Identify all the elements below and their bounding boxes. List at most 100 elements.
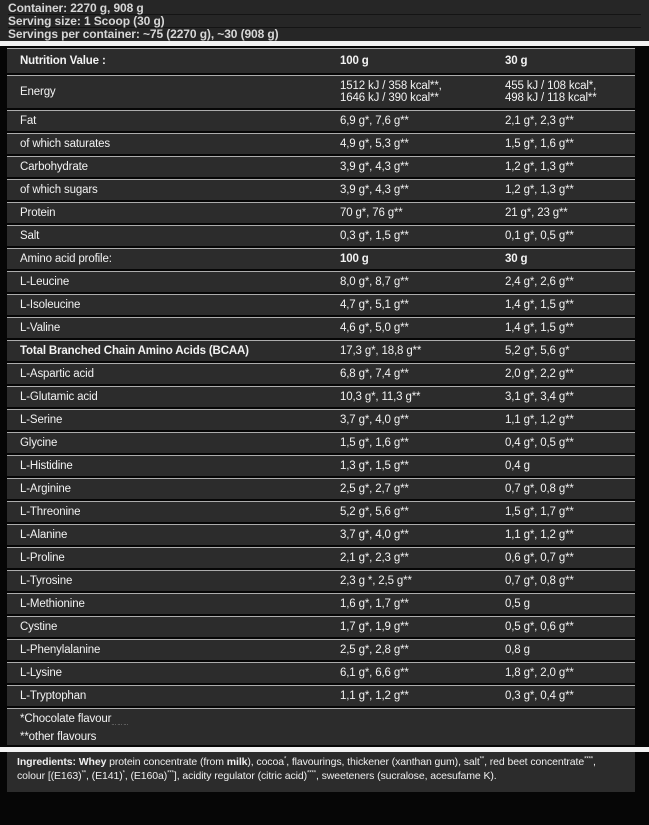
row-label: L-Alanine <box>7 529 340 541</box>
value-30g: 30 g <box>505 253 635 265</box>
value-100g: 2,5 g*, 2,8 g** <box>340 644 505 656</box>
table-row: L-Histidine1,3 g*, 1,5 g**0,4 g <box>7 455 635 476</box>
table-row: L-Valine4,6 g*, 5,0 g**1,4 g*, 1,5 g** <box>7 317 635 338</box>
ingredient-segment: , (E160a) <box>125 770 167 782</box>
value-100g: 1,7 g*, 1,9 g** <box>340 621 505 633</box>
nutrition-table: Nutrition Value : 100 g 30 g Energy1512 … <box>7 48 635 706</box>
table-row: Carbohydrate3,9 g*, 4,3 g**1,2 g*, 1,3 g… <box>7 156 635 177</box>
value-100g: 3,7 g*, 4,0 g** <box>340 529 505 541</box>
table-row: Amino acid profile:100 g30 g <box>7 248 635 269</box>
table-row: L-Lysine6,1 g*, 6,6 g**1,8 g*, 2,0 g** <box>7 662 635 683</box>
value-30g: 1,5 g*, 1,6 g** <box>505 138 635 150</box>
table-row: Glycine1,5 g*, 1,6 g**0,4 g*, 0,5 g** <box>7 432 635 453</box>
table-row: Total Branched Chain Amino Acids (BCAA)1… <box>7 340 635 361</box>
servings-per-container-line: Servings per container: ~75 (2270 g), ~3… <box>8 28 641 40</box>
table-row: L-Serine3,7 g*, 4,0 g**1,1 g*, 1,2 g** <box>7 409 635 430</box>
value-30g: 0,4 g*, 0,5 g** <box>505 437 635 449</box>
value-100g: 1,6 g*, 1,7 g** <box>340 598 505 610</box>
row-label: L-Lysine <box>7 667 340 679</box>
row-label: L-Arginine <box>7 483 340 495</box>
value-30g: 1,1 g*, 1,2 g** <box>505 529 635 541</box>
table-row: L-Tyrosine2,3 g *, 2,5 g**0,7 g*, 0,8 g*… <box>7 570 635 591</box>
column-header-100g: 100 g <box>340 55 505 67</box>
ingredient-segment: , red beet concentrate <box>484 756 584 768</box>
row-label: L-Proline <box>7 552 340 564</box>
table-row: Energy1512 kJ / 358 kcal**, 1646 kJ / 39… <box>7 75 635 108</box>
value-30g: 1,5 g*, 1,7 g** <box>505 506 635 518</box>
table-header-row: Nutrition Value : 100 g 30 g <box>7 48 635 73</box>
row-label: L-Isoleucine <box>7 299 340 311</box>
table-row: Protein70 g*, 76 g**21 g*, 23 g** <box>7 202 635 223</box>
row-label: L-Glutamic acid <box>7 391 340 403</box>
ingredient-segment: ], acidity regulator (citric acid) <box>174 770 307 782</box>
value-30g: 455 kJ / 108 kcal*, 498 kJ / 118 kcal** <box>505 80 635 105</box>
value-30g: 1,2 g*, 1,3 g** <box>505 161 635 173</box>
row-label: L-Tyrosine <box>7 575 340 587</box>
row-label: L-Aspartic acid <box>7 368 340 380</box>
row-label: L-Methionine <box>7 598 340 610</box>
ingredient-segment: milk <box>227 756 248 768</box>
value-100g: 1,3 g*, 1,5 g** <box>340 460 505 472</box>
table-row: L-Proline2,1 g*, 2,3 g**0,6 g*, 0,7 g** <box>7 547 635 568</box>
footnote-block: *Chocolate flavour……… **other flavours <box>7 708 635 745</box>
table-row: L-Threonine5,2 g*, 5,6 g**1,5 g*, 1,7 g*… <box>7 501 635 522</box>
row-label: Cystine <box>7 621 340 633</box>
table-row: L-Tryptophan1,1 g*, 1,2 g**0,3 g*, 0,4 g… <box>7 685 635 706</box>
value-30g: 2,0 g*, 2,2 g** <box>505 368 635 380</box>
value-30g: 1,4 g*, 1,5 g** <box>505 299 635 311</box>
row-label: Glycine <box>7 437 340 449</box>
value-30g: 3,1 g*, 3,4 g** <box>505 391 635 403</box>
table-row: of which sugars3,9 g*, 4,3 g**1,2 g*, 1,… <box>7 179 635 200</box>
table-row: L-Arginine2,5 g*, 2,7 g**0,7 g*, 0,8 g** <box>7 478 635 499</box>
row-label: Fat <box>7 115 340 127</box>
ingredient-footnote-mark: *** <box>167 770 174 776</box>
ingredients-text: Ingredients: Whey protein concentrate (f… <box>17 756 623 783</box>
ingredient-segment: , flavourings, thickener (xanthan gum), … <box>286 756 479 768</box>
value-30g: 1,2 g*, 1,3 g** <box>505 184 635 196</box>
row-label: L-Leucine <box>7 276 340 288</box>
table-row: L-Phenylalanine2,5 g*, 2,8 g**0,8 g <box>7 639 635 660</box>
table-row: L-Glutamic acid10,3 g*, 11,3 g**3,1 g*, … <box>7 386 635 407</box>
row-label: Carbohydrate <box>7 161 340 173</box>
value-30g: 0,8 g <box>505 644 635 656</box>
table-row: Fat6,9 g*, 7,6 g**2,1 g*, 2,3 g** <box>7 110 635 131</box>
table-row: L-Methionine1,6 g*, 1,7 g**0,5 g <box>7 593 635 614</box>
value-30g: 0,6 g*, 0,7 g** <box>505 552 635 564</box>
row-label: Protein <box>7 207 340 219</box>
nutrition-rows: Energy1512 kJ / 358 kcal**, 1646 kJ / 39… <box>7 75 635 706</box>
row-label: Energy <box>7 86 340 98</box>
value-100g: 1512 kJ / 358 kcal**, 1646 kJ / 390 kcal… <box>340 80 505 105</box>
row-label: L-Threonine <box>7 506 340 518</box>
ingredient-segment: ), cocoa <box>247 756 284 768</box>
footnote-tiny-marks: ……… <box>111 721 129 727</box>
value-100g: 10,3 g*, 11,3 g** <box>340 391 505 403</box>
value-30g: 2,1 g*, 2,3 g** <box>505 115 635 127</box>
value-30g: 0,3 g*, 0,4 g** <box>505 690 635 702</box>
value-100g: 4,7 g*, 5,1 g** <box>340 299 505 311</box>
ingredient-segment: Ingredients: Whey <box>17 756 106 768</box>
row-label: Total Branched Chain Amino Acids (BCAA) <box>7 345 340 357</box>
value-100g: 6,9 g*, 7,6 g** <box>340 115 505 127</box>
row-label: Salt <box>7 230 340 242</box>
value-30g: 21 g*, 23 g** <box>505 207 635 219</box>
value-100g: 1,1 g*, 1,2 g** <box>340 690 505 702</box>
value-100g: 17,3 g*, 18,8 g** <box>340 345 505 357</box>
value-100g: 2,5 g*, 2,7 g** <box>340 483 505 495</box>
footnote-other-flavours: **other flavours <box>20 731 635 744</box>
ingredient-segment: , sweeteners (sucralose, acesufame K). <box>316 770 497 782</box>
footnote-chocolate: *Chocolate flavour……… <box>20 713 635 731</box>
ingredient-segment: , (E141) <box>86 770 123 782</box>
value-30g: 2,4 g*, 2,6 g** <box>505 276 635 288</box>
value-100g: 100 g <box>340 253 505 265</box>
value-30g: 0,7 g*, 0,8 g** <box>505 575 635 587</box>
value-30g: 0,1 g*, 0,5 g** <box>505 230 635 242</box>
column-header-nutrition-value: Nutrition Value : <box>7 55 340 67</box>
row-label: L-Serine <box>7 414 340 426</box>
row-label: of which saturates <box>7 138 340 150</box>
value-30g: 0,4 g <box>505 460 635 472</box>
value-100g: 6,8 g*, 7,4 g** <box>340 368 505 380</box>
value-30g: 5,2 g*, 5,6 g* <box>505 345 635 357</box>
value-100g: 5,2 g*, 5,6 g** <box>340 506 505 518</box>
value-100g: 1,5 g*, 1,6 g** <box>340 437 505 449</box>
value-30g: 1,8 g*, 2,0 g** <box>505 667 635 679</box>
